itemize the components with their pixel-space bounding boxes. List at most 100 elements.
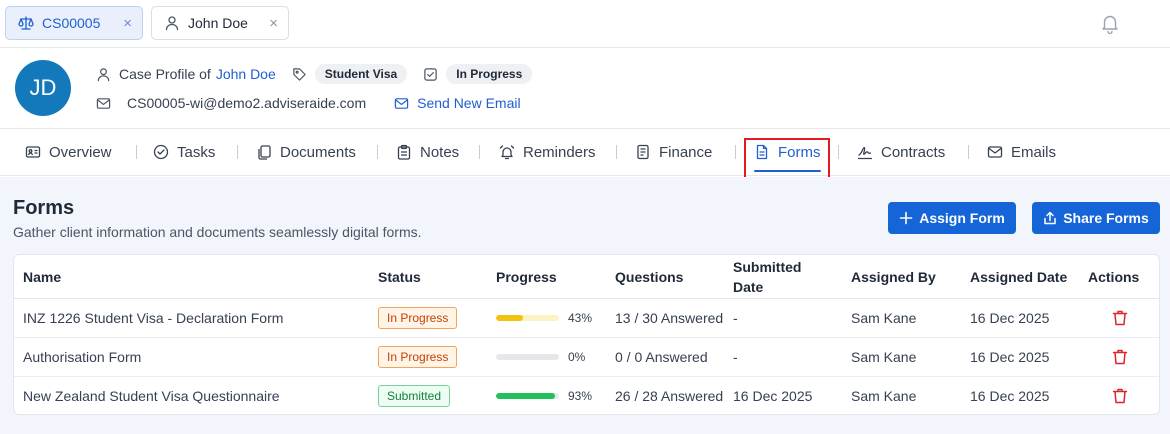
assigned-date: 16 Dec 2025 xyxy=(970,388,1050,404)
case-status-tag: In Progress xyxy=(446,64,533,84)
status-cell: In Progress xyxy=(378,338,458,376)
case-email: CS00005-wi@demo2.adviseraide.com xyxy=(127,95,367,111)
assigned-by: Sam Kane xyxy=(851,388,917,404)
close-icon[interactable]: × xyxy=(123,16,132,31)
status-cell: In Progress xyxy=(378,299,458,337)
tab-tasks[interactable]: Tasks xyxy=(153,129,215,175)
column-header-assigned-date: Assigned Date xyxy=(970,268,1068,285)
tab-label: Documents xyxy=(280,143,356,161)
case-tab-cs00005[interactable]: CS00005 × xyxy=(5,6,143,40)
form-name[interactable]: New Zealand Student Visa Questionnaire xyxy=(23,377,280,414)
questions-answered: 0 / 0 Answered xyxy=(615,349,708,365)
ledger-icon xyxy=(635,144,651,160)
tab-divider xyxy=(377,145,378,159)
tab-finance[interactable]: Finance xyxy=(635,129,712,175)
actions-cell xyxy=(1111,299,1129,337)
assign-form-label: Assign Form xyxy=(919,210,1005,226)
table-row[interactable]: New Zealand Student Visa Questionnaire S… xyxy=(14,377,1159,414)
case-tab-bar: CS00005 × John Doe × xyxy=(0,0,1170,48)
tab-label: Overview xyxy=(49,143,112,161)
status-badge: In Progress xyxy=(378,346,458,368)
case-profile-row: Case Profile of John Doe Student Visa In… xyxy=(96,63,533,85)
trash-icon[interactable] xyxy=(1111,309,1129,327)
assign-form-button[interactable]: Assign Form xyxy=(888,202,1016,234)
id-card-icon xyxy=(25,144,41,160)
tab-label: Forms xyxy=(778,143,821,161)
submitted-date: - xyxy=(733,310,738,326)
progress-bar xyxy=(496,393,559,399)
case-tab-label: John Doe xyxy=(188,15,248,31)
actions-cell xyxy=(1111,377,1129,414)
checkbox-icon xyxy=(423,67,438,82)
tab-divider xyxy=(616,145,617,159)
tab-forms[interactable]: Forms xyxy=(754,129,821,175)
progress-bar xyxy=(496,315,559,321)
column-header-name: Name xyxy=(23,268,62,285)
client-name-link[interactable]: John Doe xyxy=(216,66,276,82)
form-name[interactable]: INZ 1226 Student Visa - Declaration Form xyxy=(23,299,283,337)
close-icon[interactable]: × xyxy=(269,16,278,31)
assigned-date: 16 Dec 2025 xyxy=(970,349,1050,365)
bell-icon[interactable] xyxy=(1099,12,1121,34)
tab-label: Finance xyxy=(659,143,713,161)
avatar: JD xyxy=(15,60,71,116)
column-header-submitted-date: Submitted Date xyxy=(733,255,801,298)
column-header-status: Status xyxy=(378,268,421,285)
tab-documents[interactable]: Documents xyxy=(256,129,356,175)
tab-divider xyxy=(968,145,969,159)
signature-icon xyxy=(857,144,873,160)
table-row[interactable]: Authorisation Form In Progress 0% 0 / 0 … xyxy=(14,338,1159,377)
mail-icon xyxy=(394,96,409,111)
progress-cell: 0% xyxy=(496,338,585,376)
progress-percent: 0% xyxy=(568,350,586,364)
send-new-email-link[interactable]: Send New Email xyxy=(417,95,521,111)
assigned-by: Sam Kane xyxy=(851,349,917,365)
tab-divider xyxy=(237,145,238,159)
check-circle-icon xyxy=(153,144,169,160)
forms-panel: Forms Gather client information and docu… xyxy=(0,177,1170,434)
tab-label: Tasks xyxy=(177,143,216,161)
column-header-assigned-by: Assigned By xyxy=(851,268,936,285)
share-forms-button[interactable]: Share Forms xyxy=(1032,202,1160,234)
status-cell: Submitted xyxy=(378,377,451,414)
status-badge: In Progress xyxy=(378,307,458,329)
trash-icon[interactable] xyxy=(1111,348,1129,366)
page-title: Forms xyxy=(13,197,75,219)
column-header-questions: Questions xyxy=(615,268,684,285)
case-section-tabs: Overview Tasks Documents Notes Reminders… xyxy=(0,128,1170,176)
mail-icon xyxy=(96,96,111,111)
table-row[interactable]: INZ 1226 Student Visa - Declaration Form… xyxy=(14,299,1159,338)
progress-bar xyxy=(496,354,559,360)
page-subtitle: Gather client information and documents … xyxy=(13,224,422,240)
actions-cell xyxy=(1111,338,1129,376)
tab-divider xyxy=(479,145,480,159)
status-badge: Submitted xyxy=(378,385,451,407)
tab-divider xyxy=(735,145,736,159)
progress-cell: 93% xyxy=(496,377,593,414)
tab-notes[interactable]: Notes xyxy=(396,129,459,175)
tab-emails[interactable]: Emails xyxy=(987,129,1056,175)
trash-icon[interactable] xyxy=(1111,387,1129,405)
assigned-date: 16 Dec 2025 xyxy=(970,310,1050,326)
clipboard-icon xyxy=(396,144,412,160)
scale-icon xyxy=(18,15,34,31)
user-icon xyxy=(164,15,180,31)
column-header-date-line: Date xyxy=(733,278,764,295)
case-email-row: CS00005-wi@demo2.adviseraide.com Send Ne… xyxy=(96,92,521,114)
form-name[interactable]: Authorisation Form xyxy=(23,338,141,376)
submitted-date: 16 Dec 2025 xyxy=(733,388,813,404)
progress-fill xyxy=(496,393,555,399)
submitted-date: - xyxy=(733,349,738,365)
tab-divider xyxy=(136,145,137,159)
questions-answered: 26 / 28 Answered xyxy=(615,388,724,404)
case-tab-john-doe[interactable]: John Doe × xyxy=(151,6,289,40)
forms-table: Name Status Progress Questions Submitted… xyxy=(13,254,1160,415)
tab-label: Contracts xyxy=(881,143,946,161)
tab-reminders[interactable]: Reminders xyxy=(499,129,596,175)
tab-contracts[interactable]: Contracts xyxy=(857,129,945,175)
tab-label: Reminders xyxy=(523,143,596,161)
case-profile-prefix: Case Profile of xyxy=(119,66,211,82)
tab-overview[interactable]: Overview xyxy=(25,129,112,175)
progress-percent: 43% xyxy=(568,311,593,325)
progress-percent: 93% xyxy=(568,389,593,403)
